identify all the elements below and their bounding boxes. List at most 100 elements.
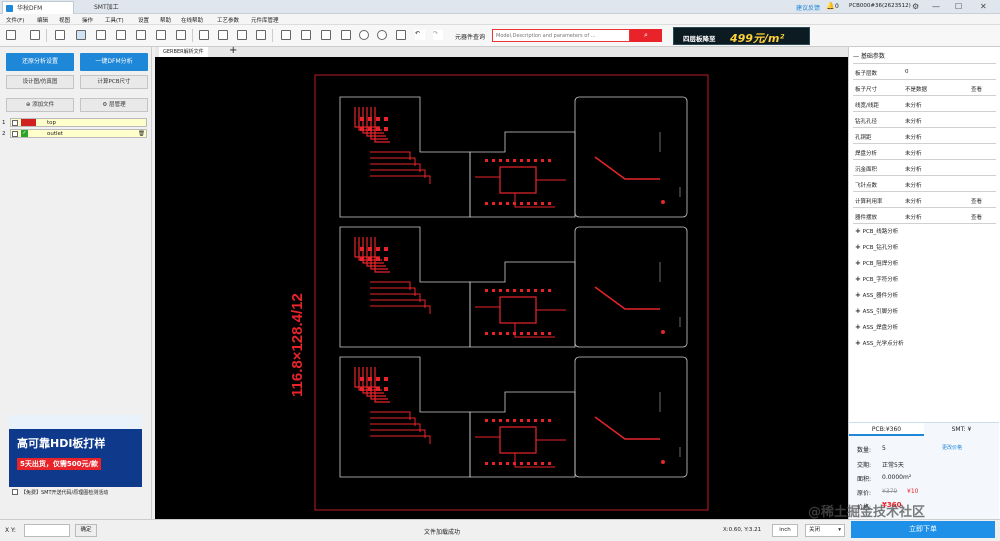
align-right-icon[interactable]: [301, 30, 311, 40]
search-icon: ⌕: [644, 31, 648, 39]
status-bar: X Y: 确定 文件加载成功 X:0.60, Y:3.21 inch 关闭 ▾ 立…: [0, 505, 1000, 541]
hdi-ad-banner[interactable]: 高可靠HDI板打样 5天出货，仅需500元/款: [9, 415, 142, 487]
menu-settings[interactable]: 设置: [138, 16, 149, 24]
param-view-link[interactable]: 查看: [971, 85, 982, 93]
param-value: 不是数据: [905, 87, 928, 93]
toolbar: ↶ ↷ 元器件查询 ⌕ 四层板降至 499元/m²: [0, 25, 1000, 47]
analysis-section[interactable]: + ASS_引脚分析: [855, 307, 898, 315]
pcb-pad: [384, 127, 388, 131]
ad-note[interactable]: 【免费】SMT开送代码/原理图检测活动: [21, 489, 108, 496]
align-left-icon[interactable]: [321, 30, 331, 40]
open-folder-icon[interactable]: [6, 30, 16, 40]
select-box-icon[interactable]: [96, 30, 106, 40]
add-file-button[interactable]: ⊕ 添加文件: [6, 98, 74, 112]
menu-file[interactable]: 文件(F): [6, 16, 24, 24]
param-view-link[interactable]: 查看: [971, 197, 982, 205]
expand-plus-icon: +: [855, 259, 861, 267]
restore-settings-button[interactable]: 还原分析设置: [6, 53, 74, 71]
copy-icon[interactable]: [136, 30, 146, 40]
order-now-button[interactable]: 立即下单: [851, 521, 995, 538]
part-search-input[interactable]: [492, 29, 630, 42]
search-button[interactable]: ⌕: [630, 29, 662, 42]
pcb-pad: [541, 289, 544, 292]
menu-process-params[interactable]: 工艺参数: [217, 16, 239, 24]
pcb-pad: [520, 462, 523, 465]
pcb-pad: [360, 247, 364, 251]
param-key: 钻孔孔径: [855, 119, 878, 125]
tab-smt[interactable]: SMT加工: [80, 1, 150, 14]
zoom-in-icon[interactable]: [359, 30, 369, 40]
menu-help[interactable]: 帮助: [160, 16, 171, 24]
analysis-section[interactable]: + PCB_字符分析: [855, 275, 898, 283]
pcb-trace: [370, 367, 388, 400]
pointer-icon[interactable]: [76, 30, 86, 40]
fit-icon[interactable]: [341, 30, 351, 40]
one-click-dfm-button[interactable]: 一键DFM分析: [80, 53, 148, 71]
menu-online-help[interactable]: 在线帮助: [181, 16, 203, 24]
measure-icon[interactable]: [116, 30, 126, 40]
calc-pcb-size-button[interactable]: 计算PCB尺寸: [80, 75, 148, 89]
delivery-value: 正常5天: [882, 462, 904, 469]
analysis-section[interactable]: + ASS_光学点分析: [855, 339, 904, 347]
redo-icon[interactable]: ↷: [433, 30, 443, 40]
menu-tools[interactable]: 工具(T): [105, 16, 124, 24]
mirror-icon[interactable]: [256, 30, 266, 40]
stack-icon[interactable]: [218, 30, 228, 40]
pcb-pad: [520, 289, 523, 292]
grid-icon[interactable]: [176, 30, 186, 40]
print-icon[interactable]: [30, 30, 40, 40]
tab-huaqiu-dfm[interactable]: 华秋DFM: [2, 1, 74, 14]
param-value: 未分析: [905, 119, 922, 125]
layer-icon[interactable]: [199, 30, 209, 40]
tab-smt-price[interactable]: SMT: ¥: [924, 423, 999, 436]
analysis-section[interactable]: + ASS_器件分析: [855, 291, 898, 299]
maximize-icon[interactable]: ☐: [955, 2, 962, 11]
unit-select[interactable]: inch: [772, 524, 798, 537]
menu-edit[interactable]: 编辑: [37, 16, 48, 24]
layer-checkbox[interactable]: [12, 131, 18, 137]
layer-manager-button[interactable]: ⚙ 层管理: [80, 98, 148, 112]
align-bottom-icon[interactable]: [281, 30, 291, 40]
tab-pcb-price[interactable]: PCB:¥360: [849, 423, 924, 436]
pcb-trace: [366, 237, 386, 267]
change-price-link[interactable]: 更改价格: [942, 444, 962, 451]
zoom-out-icon[interactable]: [377, 30, 387, 40]
home-icon[interactable]: [396, 30, 406, 40]
minimize-icon[interactable]: —: [932, 2, 940, 11]
analysis-section[interactable]: + PCB_钻孔分析: [855, 243, 898, 251]
confirm-button[interactable]: 确定: [75, 524, 97, 537]
analysis-section[interactable]: + ASS_焊盘分析: [855, 323, 898, 331]
settings-icon[interactable]: ⚙: [912, 2, 919, 11]
pcb-trace: [594, 286, 660, 310]
layer-checkbox[interactable]: [12, 120, 18, 126]
trash-icon[interactable]: 🗑: [138, 131, 145, 137]
add-tab-icon[interactable]: +: [229, 45, 237, 56]
pcb-canvas[interactable]: 116.8×128.4/12: [155, 57, 848, 519]
undo-icon[interactable]: ↶: [415, 30, 425, 40]
analysis-section[interactable]: + PCB_阻焊分析: [855, 259, 898, 267]
menu-view[interactable]: 视图: [59, 16, 70, 24]
promo-banner[interactable]: 四层板降至 499元/m²: [673, 27, 810, 45]
basic-params-header[interactable]: — 基础参数: [853, 51, 885, 60]
analysis-section[interactable]: + PCB_线路分析: [855, 227, 898, 235]
align-icon[interactable]: [156, 30, 166, 40]
menu-operate[interactable]: 操作: [82, 16, 93, 24]
layer-row-top[interactable]: 1 top: [2, 118, 147, 127]
param-view-link[interactable]: 查看: [971, 213, 982, 221]
xy-input[interactable]: [24, 524, 70, 537]
design-view-button[interactable]: 设计图/仿真图: [6, 75, 74, 89]
feedback-link[interactable]: 建议反馈: [796, 3, 820, 12]
layer-row-outlet[interactable]: 2 ✓ outlet 🗑: [2, 129, 147, 138]
user-account[interactable]: PCB000#36(2623512): [849, 3, 911, 9]
qty-value[interactable]: 5: [882, 445, 886, 452]
canvas-tab-gerber[interactable]: GERBER解析文件: [159, 47, 208, 57]
param-value: 未分析: [905, 135, 922, 141]
ad-checkbox[interactable]: [12, 489, 18, 495]
table-icon[interactable]: [237, 30, 247, 40]
mode-select[interactable]: 关闭 ▾: [805, 524, 845, 537]
layout-icon[interactable]: [55, 30, 65, 40]
menu-part-library[interactable]: 元件库管理: [251, 16, 279, 24]
section-label: ASS_焊盘分析: [862, 325, 899, 331]
close-icon[interactable]: ✕: [980, 2, 987, 11]
bell-icon[interactable]: 🔔: [826, 2, 835, 10]
